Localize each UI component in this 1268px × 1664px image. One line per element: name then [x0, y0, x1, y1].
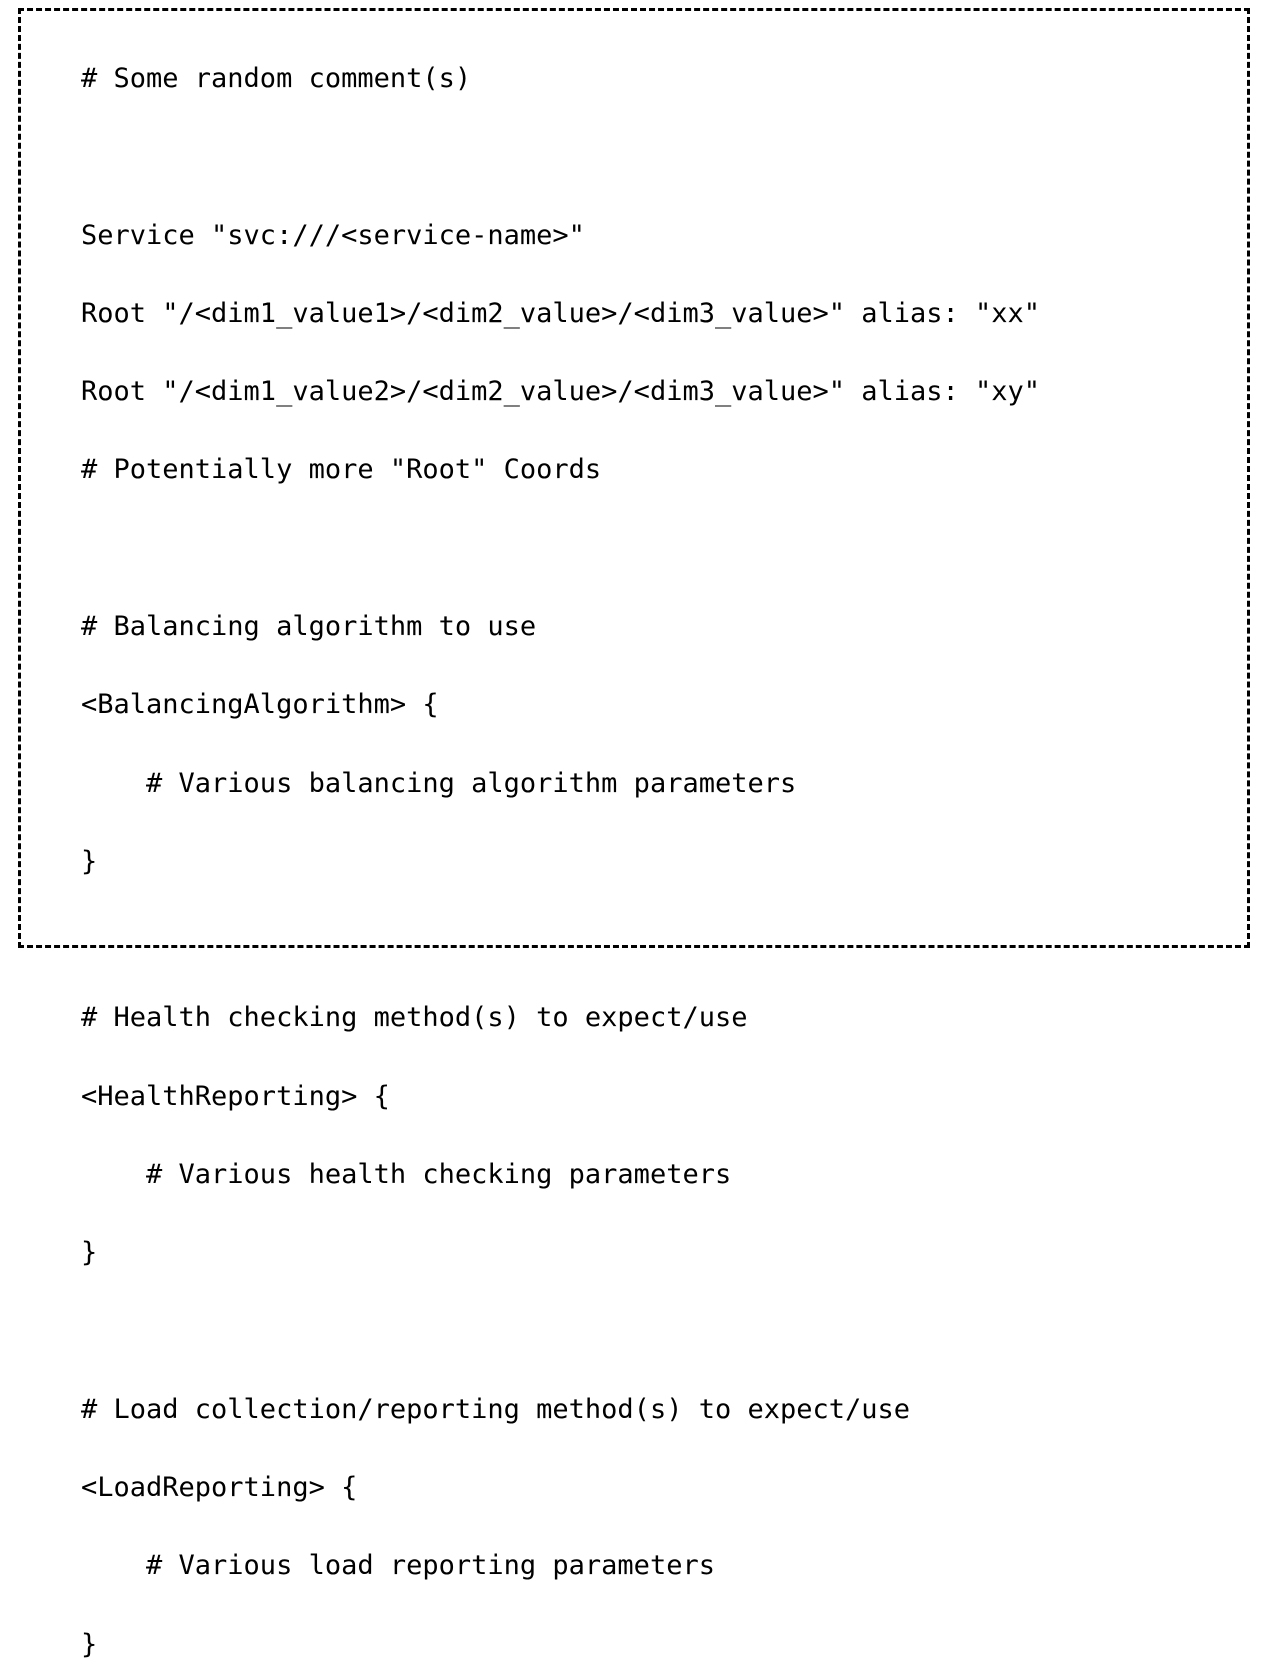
code-line: <HealthReporting> { — [81, 1077, 1215, 1116]
code-line — [81, 137, 1215, 176]
code-line: <LoadReporting> { — [81, 1468, 1215, 1507]
code-line: # Various load reporting parameters — [81, 1546, 1215, 1585]
code-line: } — [81, 1625, 1215, 1664]
code-line: # Balancing algorithm to use — [81, 607, 1215, 646]
code-line: Service "svc:///<service-name>" — [81, 216, 1215, 255]
code-line: # Health checking method(s) to expect/us… — [81, 998, 1215, 1037]
code-line: Root "/<dim1_value2>/<dim2_value>/<dim3_… — [81, 372, 1215, 411]
code-line: } — [81, 842, 1215, 881]
code-line: # Various health checking parameters — [81, 1155, 1215, 1194]
code-line: # Potentially more "Root" Coords — [81, 450, 1215, 489]
code-line: # Some random comment(s) — [81, 59, 1215, 98]
code-snippet-box: # Some random comment(s) Service "svc://… — [18, 8, 1250, 948]
code-line: Root "/<dim1_value1>/<dim2_value>/<dim3_… — [81, 294, 1215, 333]
code-line: } — [81, 1233, 1215, 1272]
code-line: <BalancingAlgorithm> { — [81, 685, 1215, 724]
code-line — [81, 920, 1215, 959]
code-line: # Various balancing algorithm parameters — [81, 764, 1215, 803]
code-line — [81, 529, 1215, 568]
code-line — [81, 1312, 1215, 1351]
code-block: # Some random comment(s) Service "svc://… — [81, 59, 1215, 1664]
code-line: # Load collection/reporting method(s) to… — [81, 1390, 1215, 1429]
